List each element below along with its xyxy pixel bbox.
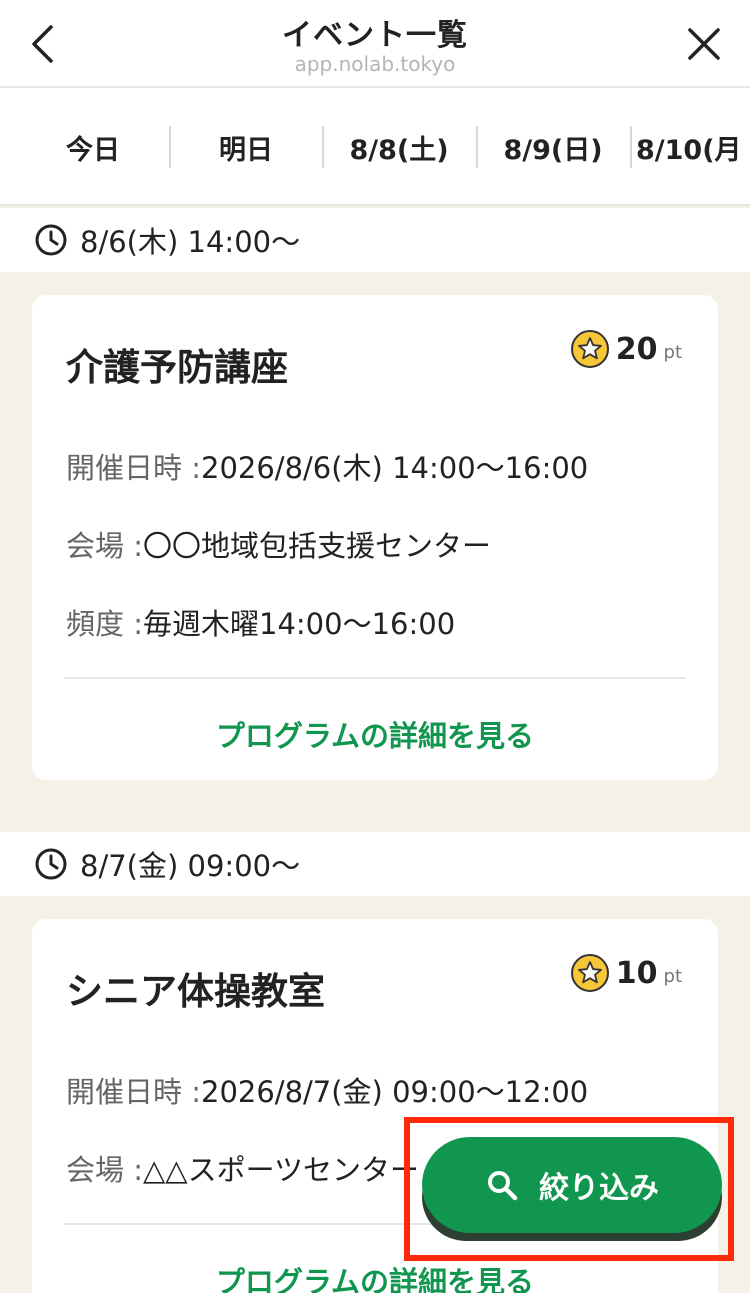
page-url: app.nolab.tokyo <box>294 52 456 76</box>
datetime-label: 開催日時 : <box>66 451 201 485</box>
event-time-header: 8/6(木) 14:00〜 <box>0 208 750 272</box>
points-unit: pt <box>663 342 682 363</box>
filter-button[interactable]: 絞り込み <box>422 1137 722 1233</box>
venue-label: 会場 : <box>66 1153 143 1187</box>
event-venue-row: 会場 :△△スポーツセンター <box>66 1147 419 1189</box>
tab-tomorrow[interactable]: 明日 <box>169 126 323 168</box>
venue-label: 会場 : <box>66 529 143 563</box>
tab-today[interactable]: 今日 <box>16 126 170 168</box>
tab-aug-9[interactable]: 8/9(日) <box>476 126 630 168</box>
points-value: 10 <box>615 956 658 991</box>
star-coin-icon <box>570 330 609 368</box>
page-title: イベント一覧 <box>282 18 468 53</box>
filter-button-label: 絞り込み <box>539 1171 659 1206</box>
venue-value: 〇〇地域包括支援センター <box>143 529 492 563</box>
tab-aug-8[interactable]: 8/8(土) <box>322 126 476 168</box>
frequency-value: 毎週木曜14:00〜16:00 <box>143 607 456 641</box>
points-badge: 20 pt <box>570 329 682 369</box>
event-card: 介護予防講座 20 pt 開催日時 :2026/8/6(木) 14:00〜16:… <box>32 295 718 780</box>
filter-button-highlight: 絞り込み <box>404 1117 734 1261</box>
star-coin-icon <box>570 954 609 992</box>
event-frequency-row: 頻度 :毎週木曜14:00〜16:00 <box>66 601 455 643</box>
clock-icon <box>35 224 67 256</box>
points-value: 20 <box>615 332 658 367</box>
points-badge: 10 pt <box>570 953 682 993</box>
card-divider <box>64 677 686 679</box>
event-time: 8/6(木) 14:00〜 <box>80 225 301 259</box>
clock-icon <box>35 848 67 880</box>
tab-aug-10[interactable]: 8/10(月 <box>636 126 750 168</box>
close-icon <box>688 28 720 60</box>
program-detail-link[interactable]: プログラムの詳細を見る <box>32 1259 718 1293</box>
date-tabs: 今日 明日 8/8(土) 8/9(日) 8/10(月 <box>0 88 750 206</box>
program-detail-link[interactable]: プログラムの詳細を見る <box>32 713 718 755</box>
search-icon <box>488 1171 518 1201</box>
datetime-label: 開催日時 : <box>66 1075 201 1109</box>
event-datetime-row: 開催日時 :2026/8/6(木) 14:00〜16:00 <box>66 445 588 487</box>
event-name: 介護予防講座 <box>66 346 288 389</box>
close-button[interactable] <box>682 22 726 66</box>
frequency-label: 頻度 : <box>66 607 143 641</box>
event-venue-row: 会場 :〇〇地域包括支援センター <box>66 523 491 565</box>
event-time: 8/7(金) 09:00〜 <box>80 849 301 883</box>
venue-value: △△スポーツセンター <box>143 1153 420 1187</box>
header-bar: イベント一覧 app.nolab.tokyo <box>0 0 750 88</box>
event-datetime-row: 開催日時 :2026/8/7(金) 09:00〜12:00 <box>66 1069 588 1111</box>
tab-divider <box>630 126 632 168</box>
datetime-value: 2026/8/7(金) 09:00〜12:00 <box>201 1075 589 1109</box>
datetime-value: 2026/8/6(木) 14:00〜16:00 <box>201 451 589 485</box>
event-time-header: 8/7(金) 09:00〜 <box>0 832 750 896</box>
event-name: シニア体操教室 <box>66 970 325 1013</box>
points-unit: pt <box>663 966 682 987</box>
